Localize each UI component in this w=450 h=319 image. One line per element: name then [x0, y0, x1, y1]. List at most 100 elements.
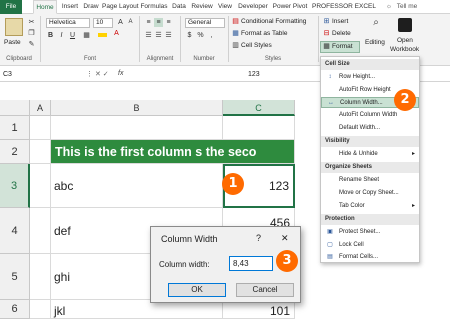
tab-professor-excel[interactable]: PROFESSOR EXCEL	[311, 0, 377, 14]
menu-item-row-height[interactable]: ↕ Row Height...	[321, 72, 419, 83]
paste-button[interactable]: Paste	[4, 38, 21, 47]
cell-a3[interactable]	[30, 164, 51, 208]
cell-a5[interactable]	[30, 254, 51, 300]
tell-me-box[interactable]: Tell me	[395, 0, 419, 14]
close-icon[interactable]: ✕	[281, 233, 289, 244]
menu-item-tab-color[interactable]: Tab Color ▸	[321, 201, 419, 212]
menu-item-label: AutoFit Row Height	[339, 87, 391, 93]
formula-input[interactable]: 123	[248, 70, 260, 80]
tab-power-pivot[interactable]: Power Pivot	[271, 0, 309, 14]
lightbulb-icon: ☼	[386, 3, 392, 10]
menu-item-format-cells[interactable]: ▤ Format Cells...	[321, 252, 419, 263]
cell-a6[interactable]	[30, 300, 51, 319]
cell-c1[interactable]	[223, 116, 295, 140]
menu-item-label: Row Height...	[339, 74, 376, 80]
menu-item-lock-cell[interactable]: ▢ Lock Cell	[321, 240, 419, 251]
tab-review[interactable]: Review	[190, 0, 214, 14]
row-header-4[interactable]: 4	[0, 208, 30, 254]
underline-button[interactable]: U	[68, 31, 77, 40]
find-icon[interactable]: ⌕	[370, 18, 382, 28]
cell-b3[interactable]: abc	[51, 164, 223, 208]
row-header-3[interactable]: 3	[0, 164, 30, 208]
format-as-table-button[interactable]: Format as Table	[241, 29, 287, 38]
cell-styles-button[interactable]: Cell Styles	[241, 41, 272, 50]
tab-view[interactable]: View	[216, 0, 234, 14]
font-size-select[interactable]: 10	[93, 18, 113, 28]
column-header-b[interactable]: B	[51, 100, 223, 116]
align-center-icon[interactable]: ☰	[154, 31, 163, 40]
menu-item-label: Format Cells...	[339, 254, 379, 260]
lock-icon: ▢	[327, 242, 333, 248]
row-header-1[interactable]: 1	[0, 116, 30, 140]
separator	[228, 16, 229, 62]
ok-button[interactable]: OK	[168, 283, 226, 297]
step-badge-3: 3	[276, 250, 298, 272]
column-header-c[interactable]: C	[223, 100, 295, 116]
delete-cells-icon: ⊟	[323, 30, 330, 37]
format-painter-icon[interactable]: ✎	[27, 40, 36, 49]
align-bottom-icon[interactable]: ≡	[164, 18, 173, 27]
cell-b1[interactable]	[51, 116, 223, 140]
column-width-label: Column width:	[159, 260, 210, 269]
menu-item-move-copy[interactable]: Move or Copy Sheet...	[321, 188, 419, 199]
font-name-select[interactable]: Helvetica	[46, 18, 90, 28]
copy-icon[interactable]: ❐	[27, 29, 36, 38]
menu-item-default-width[interactable]: Default Width...	[321, 123, 419, 134]
name-box[interactable]: C3	[3, 70, 83, 80]
grow-font-icon[interactable]: A	[116, 18, 125, 27]
menu-item-protect-sheet[interactable]: ▣ Protect Sheet...	[321, 227, 419, 238]
cell-a1[interactable]	[30, 116, 51, 140]
group-label-alignment: Alignment	[146, 56, 174, 62]
cell-a4[interactable]	[30, 208, 51, 254]
select-all-corner[interactable]	[0, 100, 30, 116]
menu-section-protection: Protection	[321, 214, 419, 225]
cell-a2[interactable]	[30, 140, 51, 164]
row-header-2[interactable]: 2	[0, 140, 30, 164]
tab-home[interactable]: Home	[33, 0, 57, 14]
align-middle-icon[interactable]: ≡	[154, 18, 163, 27]
open-workbook-label-2[interactable]: Workbook	[390, 45, 419, 54]
protect-sheet-icon: ▣	[327, 229, 333, 235]
column-width-input[interactable]: 8,43	[229, 256, 273, 271]
tab-data[interactable]: Data	[170, 0, 188, 14]
editing-button[interactable]: Editing	[365, 38, 385, 47]
banner-cell-b2[interactable]: This is the first column s the seco	[51, 140, 295, 164]
tab-formulas[interactable]: Formulas	[139, 0, 169, 14]
menu-item-autofit-column[interactable]: AutoFit Column Width	[321, 110, 419, 121]
fill-color-icon[interactable]	[98, 33, 107, 37]
cut-icon[interactable]: ✂	[27, 18, 36, 27]
insert-button[interactable]: Insert	[332, 17, 348, 26]
currency-icon[interactable]: $	[185, 31, 194, 40]
borders-icon[interactable]: ▦	[82, 31, 91, 40]
menu-item-label: Protect Sheet...	[339, 229, 381, 235]
menu-item-label: Lock Cell	[339, 242, 364, 248]
tab-file[interactable]: File	[0, 0, 22, 14]
align-left-icon[interactable]: ☰	[144, 31, 153, 40]
bold-button[interactable]: B	[46, 31, 55, 40]
italic-button[interactable]: I	[57, 31, 66, 40]
column-header-a[interactable]: A	[30, 100, 51, 116]
cancel-button[interactable]: Cancel	[236, 283, 294, 297]
group-label-styles: Styles	[264, 56, 282, 62]
tab-page-layout[interactable]: Page Layout	[102, 0, 139, 14]
delete-button[interactable]: Delete	[332, 29, 351, 38]
align-top-icon[interactable]: ≡	[144, 18, 153, 27]
menu-item-rename-sheet[interactable]: Rename Sheet	[321, 175, 419, 186]
shrink-font-icon[interactable]: A	[126, 18, 135, 27]
tab-insert[interactable]: Insert	[59, 0, 81, 14]
number-format-select[interactable]: General	[185, 18, 225, 28]
row-header-5[interactable]: 5	[0, 254, 30, 300]
fx-icon[interactable]: fx	[118, 70, 123, 77]
tab-developer[interactable]: Developer	[236, 0, 270, 14]
help-button[interactable]: ?	[256, 233, 261, 243]
open-workbook-label-1[interactable]: Open	[397, 36, 413, 45]
row-header-6[interactable]: 6	[0, 300, 30, 319]
menu-item-hide-unhide[interactable]: Hide & Unhide ▸	[321, 149, 419, 160]
font-color-icon[interactable]: A	[112, 29, 121, 38]
conditional-formatting-button[interactable]: Conditional Formatting	[241, 17, 306, 26]
align-right-icon[interactable]: ☰	[164, 31, 173, 40]
tab-draw[interactable]: Draw	[82, 0, 100, 14]
format-button[interactable]: Format	[332, 42, 353, 51]
percent-icon[interactable]: %	[196, 31, 205, 40]
comma-style-icon[interactable]: ,	[207, 31, 216, 40]
